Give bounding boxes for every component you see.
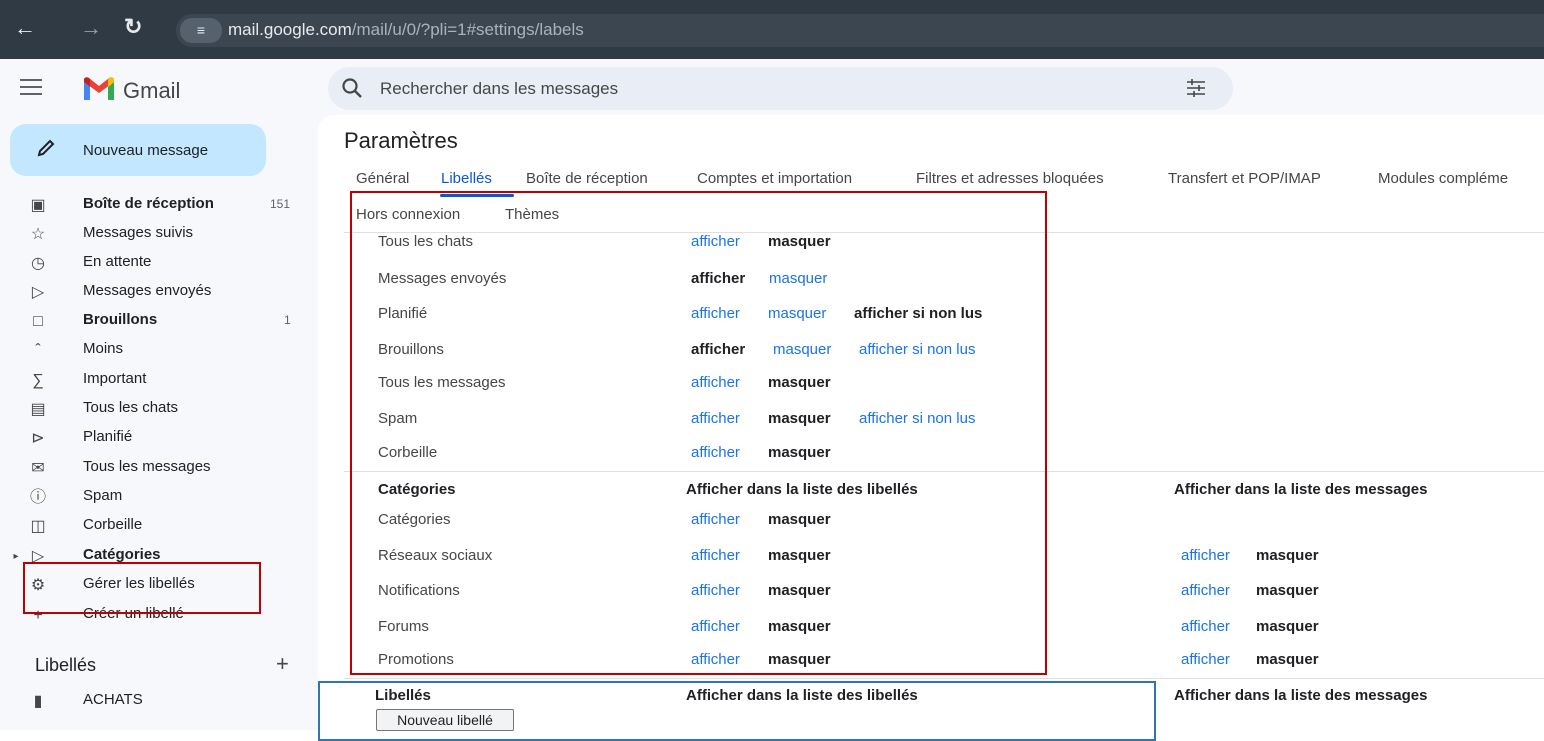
sidebar-item-label: ACHATS bbox=[83, 691, 143, 708]
sidebar-item-label: Moins bbox=[83, 340, 124, 357]
app-name: Gmail bbox=[123, 78, 181, 103]
sidebar-item-label: Catégories bbox=[83, 546, 161, 563]
search-input[interactable]: Rechercher dans les messages bbox=[380, 79, 618, 99]
annotation-box-settings bbox=[350, 191, 1047, 675]
sidebar-item-label: Brouillons bbox=[83, 311, 158, 328]
unread-count: 1 bbox=[284, 313, 291, 327]
show-link[interactable]: afficher bbox=[1181, 582, 1230, 599]
url-path: /mail/u/0/?pli=1#settings/labels bbox=[351, 20, 584, 39]
pencil-icon bbox=[36, 138, 56, 163]
divider bbox=[344, 678, 1544, 679]
sidebar-item-label: Tous les chats bbox=[83, 399, 179, 416]
sidebar-item-label: Spam bbox=[83, 487, 123, 504]
tab-filters[interactable]: Filtres et adresses bloquées bbox=[916, 170, 1104, 187]
scheduled-icon: ⊳ bbox=[31, 430, 45, 447]
sidebar-item-label: Boîte de réception bbox=[83, 195, 214, 212]
inbox-icon: ▣ bbox=[30, 197, 46, 214]
hide-option-selected: masquer bbox=[1256, 618, 1319, 635]
show-link[interactable]: afficher bbox=[1181, 547, 1230, 564]
sidebar-item-less[interactable]: ˆ Moins bbox=[0, 336, 300, 365]
clock-icon: ◷ bbox=[31, 255, 45, 272]
tab-labels[interactable]: Libellés bbox=[441, 170, 492, 187]
sidebar-item-chats[interactable]: ▤ Tous les chats bbox=[0, 395, 300, 424]
site-info-icon[interactable]: ≡ bbox=[180, 18, 222, 43]
sidebar-item-all-mail[interactable]: ✉ Tous les messages bbox=[0, 454, 300, 483]
spam-icon: ⓘ bbox=[29, 489, 46, 506]
tab-inbox[interactable]: Boîte de réception bbox=[526, 170, 648, 187]
sidebar-item-label: Planifié bbox=[83, 428, 133, 445]
unread-count: 151 bbox=[270, 197, 291, 211]
annotation-box-manage-labels bbox=[23, 562, 261, 614]
sidebar-item-label-achats[interactable]: ▮ ACHATS bbox=[0, 687, 300, 716]
compose-label: Nouveau message bbox=[83, 142, 209, 159]
important-icon: ∑ bbox=[32, 372, 44, 389]
message-list-column-header: Afficher dans la liste des messages bbox=[1174, 687, 1428, 704]
message-list-column-header: Afficher dans la liste des messages bbox=[1174, 481, 1428, 498]
tab-forwarding[interactable]: Transfert et POP/IMAP bbox=[1168, 170, 1321, 187]
labels-section-title: Libellés bbox=[35, 655, 97, 675]
send-icon: ▷ bbox=[31, 284, 45, 301]
main-menu-icon[interactable] bbox=[20, 79, 42, 100]
back-arrow-icon[interactable]: ← bbox=[14, 15, 36, 41]
page-title: Paramètres bbox=[344, 128, 458, 153]
sidebar-item-label: Tous les messages bbox=[83, 458, 211, 475]
hide-option-selected: masquer bbox=[1256, 547, 1319, 564]
all-mail-icon: ✉ bbox=[31, 460, 45, 477]
sidebar-item-drafts[interactable]: □ Brouillons 1 bbox=[0, 307, 300, 336]
gmail-logo-icon[interactable] bbox=[82, 76, 116, 107]
search-icon[interactable] bbox=[341, 77, 363, 104]
sidebar-item-sent[interactable]: ▷ Messages envoyés bbox=[0, 278, 300, 307]
label-icon: ▮ bbox=[33, 693, 43, 710]
hide-option-selected: masquer bbox=[1256, 582, 1319, 599]
trash-icon: ◫ bbox=[30, 518, 46, 535]
sidebar-item-label: Corbeille bbox=[83, 516, 143, 533]
add-label-icon[interactable]: + bbox=[276, 651, 289, 677]
chat-icon: ▤ bbox=[30, 401, 46, 418]
sidebar-item-starred[interactable]: ☆ Messages suivis bbox=[0, 220, 300, 249]
tab-general[interactable]: Général bbox=[356, 170, 409, 187]
tab-addons[interactable]: Modules compléme bbox=[1378, 170, 1508, 187]
forward-arrow-icon[interactable]: → bbox=[80, 15, 102, 41]
sidebar-item-label: En attente bbox=[83, 253, 152, 270]
sidebar-item-important[interactable]: ∑ Important bbox=[0, 366, 300, 395]
search-options-icon[interactable] bbox=[1186, 79, 1206, 102]
reload-icon[interactable]: ↻ bbox=[124, 14, 142, 40]
sidebar-item-label: Important bbox=[83, 370, 147, 387]
sidebar-item-inbox[interactable]: ▣ Boîte de réception 151 bbox=[0, 191, 300, 220]
sidebar-item-trash[interactable]: ◫ Corbeille bbox=[0, 512, 300, 541]
sidebar-item-label: Messages envoyés bbox=[83, 282, 212, 299]
url-host: mail.google.com bbox=[228, 20, 352, 39]
tab-accounts[interactable]: Comptes et importation bbox=[697, 170, 852, 187]
show-link[interactable]: afficher bbox=[1181, 618, 1230, 635]
draft-icon: □ bbox=[33, 313, 43, 330]
sidebar-item-scheduled[interactable]: ⊳ Planifié bbox=[0, 424, 300, 453]
annotation-box-labels bbox=[318, 681, 1156, 741]
show-link[interactable]: afficher bbox=[1181, 651, 1230, 668]
star-icon: ☆ bbox=[30, 226, 46, 243]
sidebar-item-label: Messages suivis bbox=[83, 224, 194, 241]
sidebar-item-snoozed[interactable]: ◷ En attente bbox=[0, 249, 300, 278]
sidebar-item-spam[interactable]: ⓘ Spam bbox=[0, 483, 300, 512]
url-text[interactable]: mail.google.com/mail/u/0/?pli=1#settings… bbox=[228, 20, 584, 40]
chevron-up-icon: ˆ bbox=[35, 342, 41, 359]
hide-option-selected: masquer bbox=[1256, 651, 1319, 668]
